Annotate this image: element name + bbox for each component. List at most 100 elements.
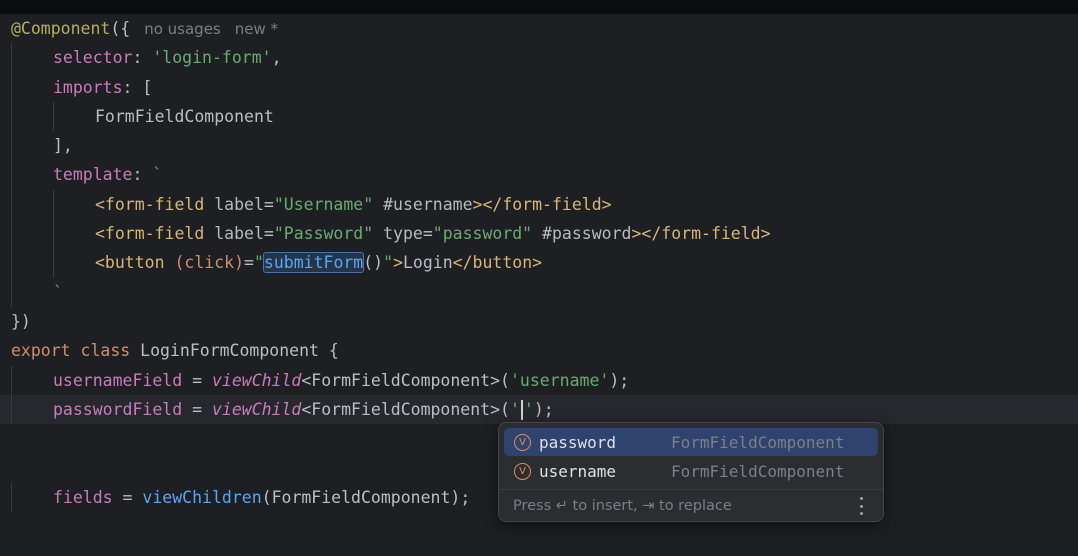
code-token: viewChild <box>211 399 302 419</box>
code-line[interactable]: ], <box>0 131 1078 161</box>
indent-guide <box>53 248 54 278</box>
code-token: label <box>214 194 264 214</box>
indent-guide <box>11 394 12 425</box>
code-token: @Component <box>11 19 111 38</box>
code-token: #password <box>532 224 632 244</box>
code-token: 'username' <box>509 370 610 390</box>
code-line[interactable]: <button (click)="submitForm()">Login</bu… <box>0 248 1078 278</box>
code-token: = <box>182 370 212 390</box>
completion-item-username[interactable]: V username FormFieldComponent <box>504 457 878 485</box>
code-line[interactable]: @Component({ no usages new * <box>0 14 1078 43</box>
code-token: type <box>373 224 423 244</box>
code-token: FormFieldComponent <box>95 106 274 126</box>
code-token: <form-field <box>95 194 215 214</box>
completion-item-type: FormFieldComponent <box>671 432 845 452</box>
variable-icon: V <box>514 433 531 451</box>
code-line-content: @Component({ <box>11 19 130 38</box>
code-line-content: ` <box>11 283 63 302</box>
code-token: </button> <box>452 253 543 273</box>
code-token: class <box>80 341 141 361</box>
code-token: (FormFieldComponent); <box>261 487 471 507</box>
indent-guide <box>11 482 12 513</box>
completion-item-password[interactable]: V password FormFieldComponent <box>504 428 878 456</box>
code-line[interactable]: <form-field label="Username" #username><… <box>0 189 1078 220</box>
code-token: "Username" <box>273 194 374 214</box>
code-token: "password" <box>432 224 533 244</box>
completion-popup: V password FormFieldComponent V username… <box>498 422 884 522</box>
completion-item-type: FormFieldComponent <box>671 461 845 481</box>
code-token: export <box>11 341 81 361</box>
code-token: = <box>244 253 254 273</box>
code-line[interactable]: usernameField = viewChild<FormFieldCompo… <box>0 365 1078 395</box>
code-token: = <box>182 399 212 419</box>
code-token: () <box>363 253 384 273</box>
code-token: ' <box>509 399 520 419</box>
code-line[interactable]: FormFieldComponent <box>0 101 1078 132</box>
code-token: = <box>112 487 143 507</box>
indent-guide <box>53 219 54 249</box>
indent-guide <box>11 72 12 102</box>
code-token: 'login-form' <box>152 48 272 68</box>
code-token: }) <box>11 311 31 331</box>
code-line[interactable]: imports: [ <box>0 72 1078 102</box>
text-caret <box>520 400 523 421</box>
code-token: viewChild <box>211 370 302 390</box>
code-line[interactable]: selector: 'login-form', <box>0 43 1078 73</box>
code-token: ); <box>533 399 554 419</box>
code-token: = <box>263 194 274 214</box>
code-token: label <box>214 224 264 244</box>
code-line-content: ], <box>11 136 73 155</box>
indent-guide <box>53 101 54 132</box>
code-token: : <box>132 48 153 68</box>
code-token: ></form-field> <box>631 224 771 244</box>
code-line-content: <button (click)="submitForm()">Login</bu… <box>11 252 543 274</box>
code-line-content: passwordField = viewChild<FormFieldCompo… <box>11 399 554 421</box>
inlay-hint[interactable]: new * <box>235 20 278 38</box>
code-line-content: FormFieldComponent <box>11 107 274 126</box>
code-token: (click) <box>174 253 245 273</box>
more-options-icon[interactable] <box>859 497 863 515</box>
code-token: selector <box>53 48 133 68</box>
code-token: usernameField <box>53 370 183 390</box>
indent-guide <box>11 219 12 249</box>
code-token: , <box>271 48 282 68</box>
code-line-content: fields = viewChildren(FormFieldComponent… <box>11 488 470 507</box>
code-line-content: selector: 'login-form', <box>11 48 282 67</box>
code-token: ' <box>523 399 534 419</box>
code-token: submitForm <box>262 252 365 274</box>
code-line[interactable]: <form-field label="Password" type="passw… <box>0 219 1078 249</box>
code-token: LoginFormComponent { <box>140 341 339 361</box>
code-line[interactable]: }) <box>0 307 1078 336</box>
code-token: ({ <box>110 19 131 38</box>
indent-guide <box>11 189 12 220</box>
code-line[interactable]: export class LoginFormComponent { <box>0 336 1078 365</box>
code-token: : [ <box>122 77 153 97</box>
indent-guide <box>11 277 12 307</box>
indent-guide <box>11 365 12 395</box>
code-token: <FormFieldComponent>( <box>301 370 510 390</box>
inlay-hint[interactable]: no usages <box>144 20 221 38</box>
code-token: ); <box>609 370 630 390</box>
code-token: : <box>132 165 153 185</box>
code-editor[interactable]: @Component({ no usages new * selector: 'log… <box>0 14 1078 556</box>
code-token: ], <box>53 136 73 156</box>
code-token: <FormFieldComponent>( <box>301 399 510 419</box>
code-token: template <box>53 165 133 185</box>
code-line-content: imports: [ <box>11 78 152 97</box>
code-line[interactable]: ` <box>0 277 1078 307</box>
code-line[interactable]: template: ` <box>0 160 1078 190</box>
indent-guide <box>53 189 54 220</box>
completion-footer: Press ↵ to insert, ⇥ to replace <box>499 489 883 521</box>
code-line-content: <form-field label="Password" type="passw… <box>11 224 771 243</box>
code-line[interactable]: passwordField = viewChild<FormFieldCompo… <box>0 394 1078 425</box>
indent-guide <box>11 131 12 161</box>
indent-guide <box>11 43 12 73</box>
code-token: ` <box>152 165 163 185</box>
code-token: = <box>422 224 433 244</box>
code-token: <form-field <box>95 224 215 244</box>
code-token: ></form-field> <box>472 194 612 214</box>
code-token: "Password" <box>273 224 374 244</box>
code-line-content: export class LoginFormComponent { <box>11 341 339 360</box>
code-token: fields <box>53 487 113 507</box>
code-token: " <box>253 253 264 273</box>
